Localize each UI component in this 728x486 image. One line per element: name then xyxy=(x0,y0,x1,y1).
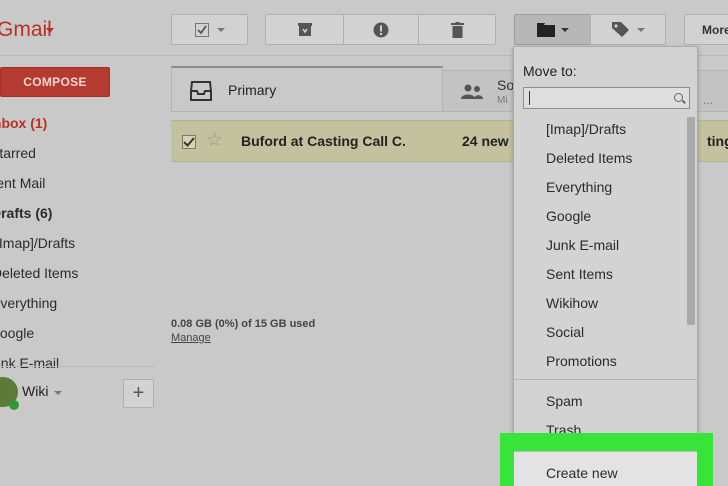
chevron-down-icon xyxy=(560,27,569,32)
tab-preview-text: ... xyxy=(703,93,714,107)
move-to-item[interactable]: Promotions xyxy=(546,353,617,369)
move-to-item[interactable]: Google xyxy=(546,208,591,224)
move-to-item[interactable]: Everything xyxy=(546,179,612,195)
move-to-menu: Move to: [Imap]/Drafts Deleted Items Eve… xyxy=(513,46,698,486)
hangouts-panel: Wiki + xyxy=(0,366,155,416)
report-spam-button[interactable] xyxy=(343,14,418,45)
folder-icon xyxy=(536,22,555,37)
hangouts-user-name[interactable]: Wiki xyxy=(22,383,48,399)
move-to-spam[interactable]: Spam xyxy=(546,393,583,409)
trash-icon xyxy=(450,21,464,38)
report-spam-icon xyxy=(373,22,389,37)
row-checkbox[interactable] xyxy=(182,135,196,149)
tab-promotions[interactable]: ... xyxy=(696,70,728,111)
toolbar-divider xyxy=(343,14,344,45)
tab-social-preview: Mi xyxy=(497,95,508,106)
people-icon xyxy=(461,84,483,99)
gmail-menu-button[interactable]: Gmail xyxy=(0,18,52,42)
checkbox-icon xyxy=(194,22,209,37)
chevron-down-icon xyxy=(636,27,645,32)
tab-primary[interactable]: Primary xyxy=(171,66,443,111)
move-to-button[interactable] xyxy=(514,14,590,45)
storage-usage: 0.08 GB (0%) of 15 GB used xyxy=(171,318,316,330)
text-cursor xyxy=(529,91,530,105)
more-button[interactable]: More xyxy=(684,14,728,45)
manage-storage-link[interactable]: Manage xyxy=(171,332,211,344)
move-to-item[interactable]: Sent Items xyxy=(546,266,613,282)
toolbar-divider xyxy=(590,14,591,45)
chevron-down-icon xyxy=(46,28,54,33)
checkmark-icon xyxy=(183,137,195,147)
sidebar-item-sent-mail[interactable]: Sent Mail xyxy=(0,168,160,198)
move-to-item[interactable]: Deleted Items xyxy=(546,150,632,166)
archive-icon xyxy=(297,22,312,36)
sidebar-item-drafts[interactable]: Drafts (6) xyxy=(0,198,160,228)
email-sender: Buford at Casting Call C. xyxy=(241,133,406,149)
sidebar-item-deleted-items[interactable]: Deleted Items xyxy=(0,258,160,288)
tab-social[interactable]: Social Mi xyxy=(443,70,515,111)
folder-search-input[interactable] xyxy=(523,87,690,109)
sidebar-item-inbox[interactable]: Inbox (1) xyxy=(0,108,160,138)
label-tag-icon xyxy=(611,22,629,37)
delete-button[interactable] xyxy=(418,14,496,45)
online-status-dot xyxy=(9,400,19,410)
tab-primary-label: Primary xyxy=(228,82,277,98)
sidebar-nav: Inbox (1) Starred Sent Mail Drafts (6) [… xyxy=(0,108,160,378)
chevron-down-icon[interactable] xyxy=(54,391,62,395)
move-to-title: Move to: xyxy=(523,63,577,79)
more-button-label: More xyxy=(702,22,728,37)
sidebar-item-starred[interactable]: Starred xyxy=(0,138,160,168)
sidebar-item-everything[interactable]: Everything xyxy=(0,288,160,318)
email-subject: 24 new xyxy=(462,133,509,149)
search-icon xyxy=(674,93,683,102)
labels-button[interactable] xyxy=(590,14,666,45)
menu-divider xyxy=(514,379,697,380)
menu-scrollbar[interactable] xyxy=(687,117,695,325)
move-to-item[interactable]: [Imap]/Drafts xyxy=(546,121,626,137)
email-snippet: ting C xyxy=(707,133,728,149)
move-to-item[interactable]: Junk E-mail xyxy=(546,237,619,253)
sidebar-item-imap-drafts[interactable]: [Imap]/Drafts xyxy=(0,228,160,258)
chevron-down-icon xyxy=(216,27,225,32)
plus-icon: + xyxy=(132,382,145,404)
new-hangout-button[interactable]: + xyxy=(123,379,154,408)
star-icon[interactable]: ☆ xyxy=(206,129,223,152)
inbox-tray-icon xyxy=(190,81,212,101)
toolbar-divider xyxy=(418,14,419,45)
compose-button[interactable]: COMPOSE xyxy=(0,67,110,97)
select-checkbox-button[interactable] xyxy=(171,14,248,45)
create-new-label: Create new xyxy=(546,465,618,481)
archive-button[interactable] xyxy=(265,14,343,45)
sidebar-item-google[interactable]: Google xyxy=(0,318,160,348)
compose-label: COMPOSE xyxy=(23,75,87,89)
create-new-button[interactable]: Create new xyxy=(514,451,697,486)
move-to-item[interactable]: Social xyxy=(546,324,584,340)
move-to-item[interactable]: Wikihow xyxy=(546,295,598,311)
